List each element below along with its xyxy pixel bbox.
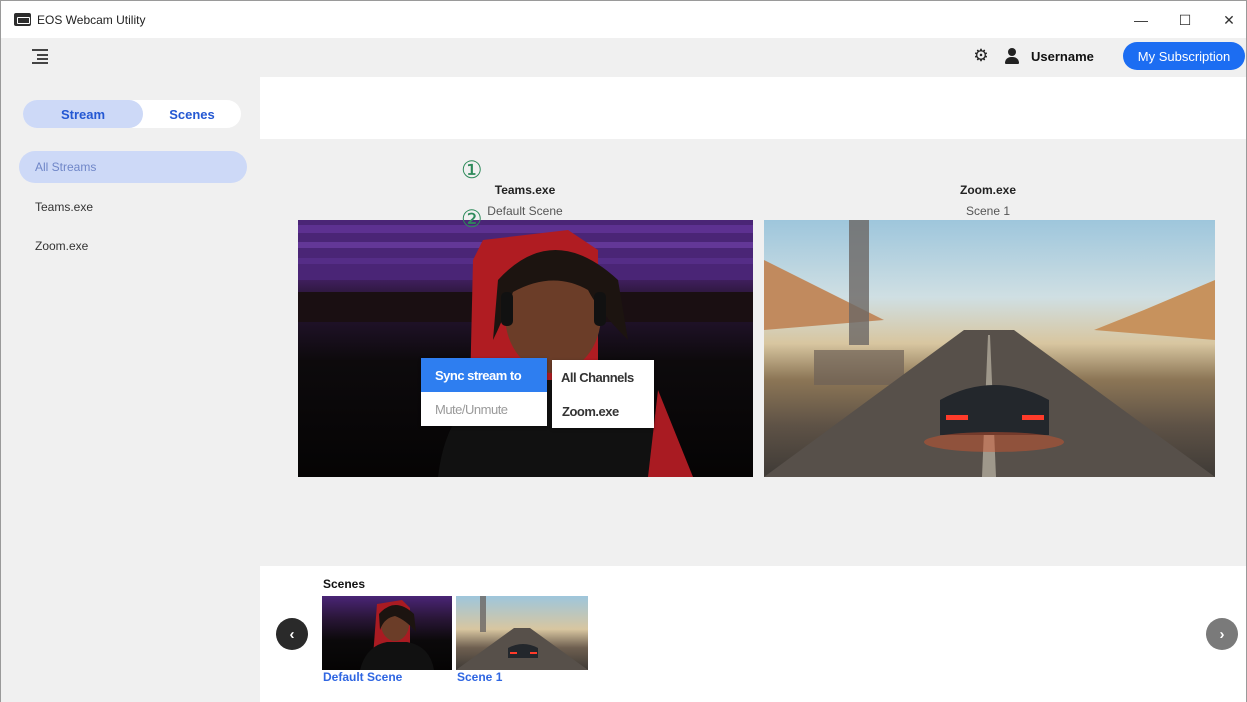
sidebar-toggle-icon[interactable] bbox=[29, 46, 51, 66]
stream-title-teams: Teams.exe bbox=[494, 183, 556, 197]
marker-2: ② bbox=[461, 206, 483, 233]
settings-gear-icon[interactable]: ⚙ bbox=[972, 47, 990, 65]
minimize-button[interactable]: — bbox=[1123, 7, 1159, 33]
sidebar-item-teams[interactable]: Teams.exe bbox=[19, 191, 247, 223]
scene-thumbnail-default[interactable] bbox=[322, 596, 452, 670]
zoom-stream-preview[interactable] bbox=[764, 220, 1215, 477]
scenes-prev-arrow-icon[interactable]: ‹ bbox=[276, 618, 308, 650]
submenu-item-zoom[interactable]: Zoom.exe bbox=[552, 394, 654, 428]
app-window: EOS Webcam Utility — ☐ ✕ ⚙ Username My S… bbox=[0, 0, 1247, 702]
stream-scene-zoom: Scene 1 bbox=[965, 204, 1011, 218]
app-logo-icon bbox=[14, 13, 31, 26]
toolbar: ⚙ Username My Subscription bbox=[1, 38, 1246, 77]
title-bar: EOS Webcam Utility — ☐ ✕ bbox=[1, 1, 1246, 38]
stream-scenes-toggle: Stream Scenes bbox=[23, 100, 241, 128]
tab-scenes[interactable]: Scenes bbox=[143, 100, 241, 128]
scenes-panel-title: Scenes bbox=[323, 577, 366, 591]
sidebar: Stream Scenes All Streams Teams.exe Zoom… bbox=[1, 77, 260, 702]
sync-submenu: All Channels Zoom.exe bbox=[552, 360, 654, 428]
menu-item-mute-unmute[interactable]: Mute/Unmute bbox=[421, 392, 547, 426]
submenu-item-all-channels[interactable]: All Channels bbox=[552, 360, 654, 394]
scene-label-default[interactable]: Default Scene bbox=[323, 670, 402, 684]
user-icon[interactable] bbox=[1004, 47, 1020, 65]
tab-stream[interactable]: Stream bbox=[23, 100, 143, 128]
stream-context-menu: Sync stream to Mute/Unmute bbox=[421, 358, 547, 426]
scenes-panel: Scenes ‹ › Default Scene Scene 1 bbox=[260, 566, 1246, 702]
maximize-button[interactable]: ☐ bbox=[1167, 7, 1203, 33]
scenes-next-arrow-icon[interactable]: › bbox=[1206, 618, 1238, 650]
sidebar-item-all-streams[interactable]: All Streams bbox=[19, 151, 247, 183]
close-button[interactable]: ✕ bbox=[1211, 7, 1247, 33]
username-label[interactable]: Username bbox=[1031, 49, 1094, 64]
scene-thumbnail-scene1[interactable] bbox=[456, 596, 588, 670]
marker-1: ① bbox=[461, 157, 483, 184]
my-subscription-button[interactable]: My Subscription bbox=[1123, 42, 1245, 70]
app-title: EOS Webcam Utility bbox=[37, 13, 146, 27]
scene-label-scene1[interactable]: Scene 1 bbox=[457, 670, 502, 684]
teams-preview-art bbox=[298, 220, 753, 477]
zoom-preview-art bbox=[764, 220, 1215, 477]
teams-stream-preview[interactable] bbox=[298, 220, 753, 477]
stream-title-zoom: Zoom.exe bbox=[959, 183, 1016, 197]
main-area: Teams.exe Default Scene Zoom.exe Scene 1 bbox=[260, 77, 1246, 702]
sidebar-item-zoom[interactable]: Zoom.exe bbox=[19, 230, 247, 262]
menu-item-sync-stream[interactable]: Sync stream to bbox=[421, 358, 547, 392]
main-header-area bbox=[260, 77, 1246, 139]
